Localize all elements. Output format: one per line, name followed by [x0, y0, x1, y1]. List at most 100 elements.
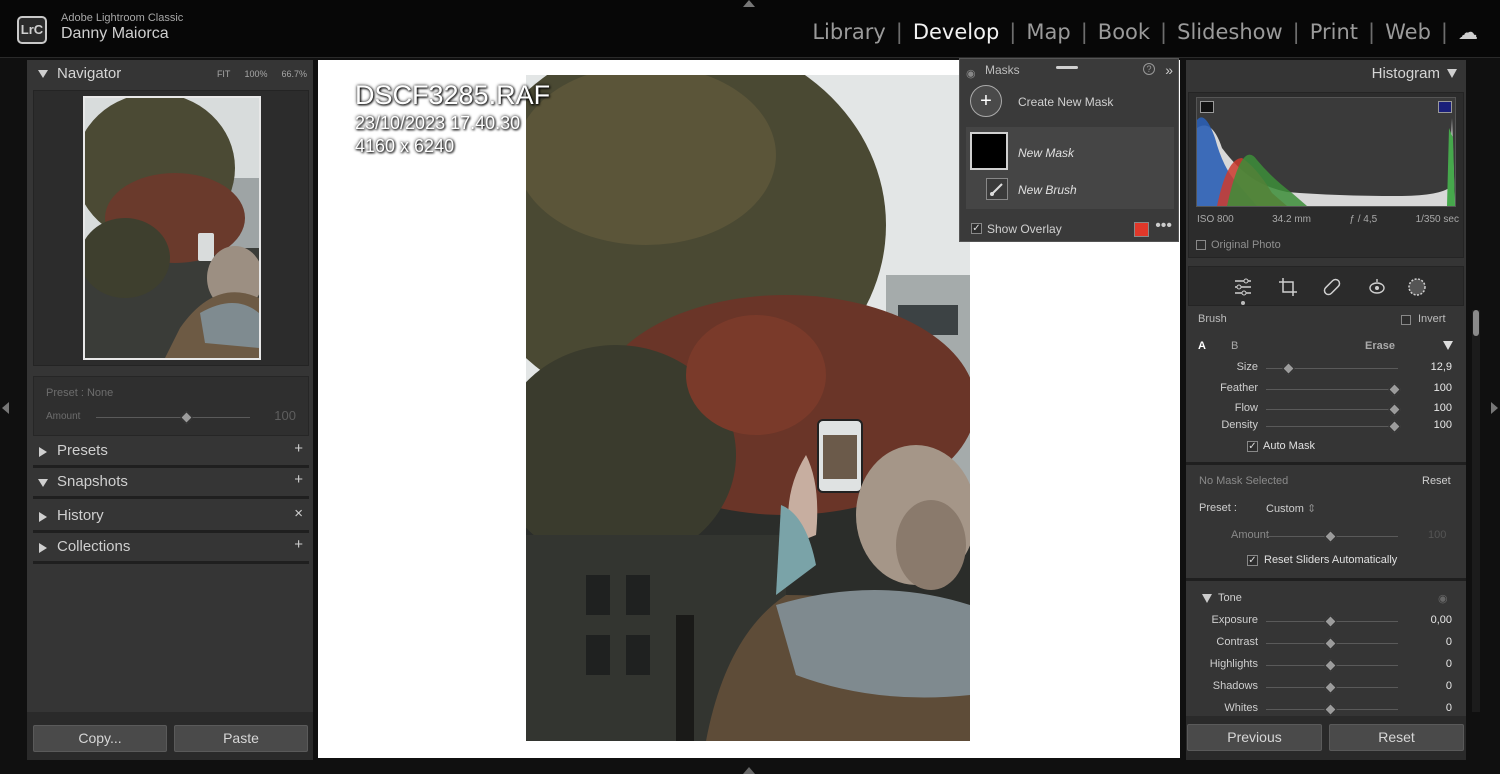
original-photo-toggle[interactable]: Original Photo: [1196, 239, 1281, 251]
mask-reset-button[interactable]: Reset: [1422, 475, 1451, 487]
collapse-triangle-icon[interactable]: [38, 479, 48, 487]
slider-thumb[interactable]: [1324, 703, 1337, 716]
slider-value[interactable]: 100: [1434, 419, 1452, 431]
navigator-thumbnail[interactable]: [83, 96, 261, 360]
brush-name[interactable]: New Brush: [1018, 183, 1077, 197]
brush-tab-b[interactable]: B: [1231, 340, 1238, 352]
section-collections[interactable]: Collections +: [33, 532, 309, 564]
expand-triangle-icon[interactable]: [39, 512, 47, 522]
slider-track[interactable]: [1266, 426, 1398, 427]
slider-thumb[interactable]: [1324, 615, 1337, 628]
slider-value[interactable]: 100: [1434, 382, 1452, 394]
slider-value[interactable]: 100: [1434, 402, 1452, 414]
masks-header[interactable]: ◉ Masks ? »: [960, 59, 1178, 81]
brush-options-triangle-icon[interactable]: [1443, 341, 1453, 350]
slider-thumb[interactable]: [1324, 659, 1337, 672]
brush-tab-a[interactable]: A: [1198, 340, 1206, 352]
navigator-zoom-options: FIT 100% 66.7%: [217, 60, 307, 88]
collapse-left-arrow-icon[interactable]: [2, 402, 9, 414]
create-new-mask-label[interactable]: Create New Mask: [1018, 95, 1113, 109]
amount-slider[interactable]: [96, 417, 250, 418]
navigator-header[interactable]: Navigator FIT 100% 66.7%: [27, 60, 313, 88]
module-library[interactable]: Library: [802, 20, 895, 44]
module-web[interactable]: Web: [1375, 20, 1441, 44]
histogram-graph[interactable]: [1196, 97, 1456, 207]
slider-value[interactable]: 0: [1446, 636, 1452, 648]
masking-icon[interactable]: [1407, 277, 1427, 297]
copy-button[interactable]: Copy...: [33, 725, 167, 752]
expand-triangle-icon[interactable]: [39, 447, 47, 457]
slider-value[interactable]: 0: [1446, 702, 1452, 714]
auto-mask-checkbox[interactable]: ✓: [1247, 441, 1258, 452]
collapse-bottom-arrow-icon[interactable]: [743, 767, 755, 774]
paste-button[interactable]: Paste: [174, 725, 308, 752]
module-develop[interactable]: Develop: [903, 20, 1009, 44]
module-slideshow[interactable]: Slideshow: [1167, 20, 1293, 44]
cloud-icon[interactable]: ☁: [1458, 20, 1478, 44]
tone-collapse-triangle-icon[interactable]: [1202, 594, 1212, 603]
invert-checkbox[interactable]: [1401, 315, 1411, 325]
mask-name[interactable]: New Mask: [1018, 146, 1074, 160]
more-options-icon[interactable]: •••: [1155, 217, 1172, 235]
tone-eye-icon[interactable]: ◉: [1438, 592, 1448, 605]
brush-erase-tab[interactable]: Erase: [1365, 340, 1395, 352]
slider-value[interactable]: 0,00: [1431, 614, 1452, 626]
collapse-top-arrow-icon[interactable]: [743, 0, 755, 7]
slider-thumb[interactable]: [1324, 681, 1337, 694]
scrollbar-thumb[interactable]: [1473, 310, 1479, 336]
navigator-preview[interactable]: [33, 90, 309, 366]
slider-value[interactable]: 12,9: [1431, 361, 1452, 373]
amount-slider-thumb[interactable]: [180, 411, 193, 424]
help-icon[interactable]: ?: [1143, 63, 1155, 75]
drag-handle-icon[interactable]: [1056, 66, 1078, 69]
brush-icon[interactable]: [986, 178, 1008, 200]
collapse-panel-icon[interactable]: »: [1165, 59, 1173, 81]
slider-thumb[interactable]: [1324, 637, 1337, 650]
slider-thumb[interactable]: [1388, 403, 1401, 416]
create-new-mask-row[interactable]: + Create New Mask: [960, 81, 1178, 119]
section-snapshots[interactable]: Snapshots +: [33, 467, 309, 499]
healing-bandage-icon[interactable]: [1322, 277, 1342, 297]
module-print[interactable]: Print: [1300, 20, 1368, 44]
previous-button[interactable]: Previous: [1187, 724, 1322, 751]
mask-thumbnail[interactable]: [970, 132, 1008, 170]
zoom-66[interactable]: 66.7%: [281, 60, 307, 88]
mask-preset-dropdown[interactable]: Custom ⇕: [1266, 502, 1316, 515]
module-book[interactable]: Book: [1088, 20, 1160, 44]
slider-value[interactable]: 0: [1446, 680, 1452, 692]
section-history[interactable]: History ×: [33, 501, 309, 533]
sliders-icon[interactable]: [1233, 277, 1253, 297]
slider-thumb[interactable]: [1388, 383, 1401, 396]
show-overlay-checkbox[interactable]: ✓: [971, 223, 982, 234]
zoom-100[interactable]: 100%: [244, 60, 267, 88]
add-snapshot-icon[interactable]: +: [294, 471, 303, 488]
plus-icon[interactable]: +: [970, 85, 1002, 117]
reset-button[interactable]: Reset: [1329, 724, 1464, 751]
module-map[interactable]: Map: [1016, 20, 1080, 44]
overlay-color-swatch[interactable]: [1134, 222, 1149, 237]
highlight-clipping-icon[interactable]: [1438, 101, 1452, 113]
histogram-header[interactable]: Histogram: [1186, 60, 1466, 88]
slider-track[interactable]: [1266, 389, 1398, 390]
zoom-fit[interactable]: FIT: [217, 60, 231, 88]
slider-thumb[interactable]: [1282, 362, 1295, 375]
red-eye-icon[interactable]: [1367, 277, 1387, 297]
photo-image[interactable]: [526, 75, 970, 741]
add-collection-icon[interactable]: +: [294, 536, 303, 553]
collapse-right-arrow-icon[interactable]: [1491, 402, 1498, 414]
shadow-clipping-icon[interactable]: [1200, 101, 1214, 113]
crop-icon[interactable]: [1278, 277, 1298, 297]
slider-thumb[interactable]: [1388, 420, 1401, 433]
add-preset-icon[interactable]: +: [294, 440, 303, 457]
original-photo-checkbox[interactable]: [1196, 240, 1206, 250]
section-presets[interactable]: Presets +: [33, 436, 309, 468]
collapse-triangle-icon[interactable]: [38, 70, 48, 78]
mask-amount-slider-thumb[interactable]: [1324, 530, 1337, 543]
clear-history-icon[interactable]: ×: [294, 505, 303, 522]
expand-triangle-icon[interactable]: [39, 543, 47, 553]
right-panel-scrollbar[interactable]: [1472, 310, 1480, 712]
reset-sliders-checkbox[interactable]: ✓: [1247, 555, 1258, 566]
collapse-triangle-icon[interactable]: [1447, 69, 1457, 78]
slider-value[interactable]: 0: [1446, 658, 1452, 670]
slider-track[interactable]: [1266, 409, 1398, 410]
